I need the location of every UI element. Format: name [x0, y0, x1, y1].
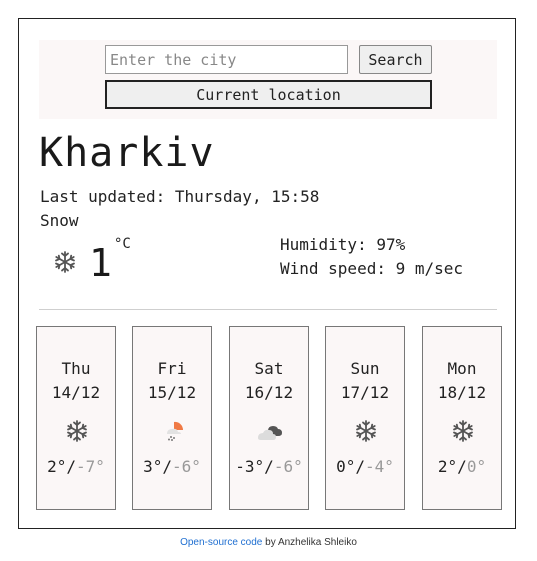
- weather-description: Snow: [40, 211, 79, 230]
- forecast-date: 15/12: [147, 383, 197, 402]
- forecast-max: 2°: [437, 457, 458, 476]
- forecast-day: Mon 18/12 2°/0°: [422, 326, 502, 510]
- city-search-input[interactable]: [105, 45, 348, 74]
- forecast-min: -6°: [172, 457, 201, 476]
- humidity: Humidity: 97%: [280, 235, 405, 255]
- snowflake-icon: [356, 420, 376, 442]
- wind-value: 9 m/sec: [395, 259, 464, 278]
- open-source-link[interactable]: Open-source code: [180, 537, 262, 548]
- forecast-temps: 2°/-7°: [47, 457, 105, 476]
- sun-snow-cloud-icon: [167, 421, 184, 441]
- forecast-min: -6°: [273, 457, 303, 476]
- forecast-max: 3°: [143, 457, 163, 476]
- forecast-temps: 0°/-4°: [336, 457, 394, 476]
- last-updated: Last updated: Thursday, 15:58: [40, 187, 319, 207]
- last-updated-label: Last updated:: [40, 187, 166, 206]
- current-temperature: 1: [89, 241, 112, 285]
- forecast-day-name: Sun: [350, 359, 380, 378]
- current-location-button[interactable]: Current location: [105, 80, 432, 109]
- forecast-temps: 2°/0°: [437, 457, 487, 476]
- forecast-temps: 3°/-6°: [143, 457, 201, 476]
- forecast-date: 17/12: [340, 383, 390, 402]
- forecast-date: 14/12: [51, 383, 101, 402]
- wind-label: Wind speed:: [280, 259, 386, 278]
- forecast-min: -7°: [76, 457, 105, 476]
- forecast-min: 0°: [466, 457, 487, 476]
- forecast-max: 2°: [47, 457, 67, 476]
- snowflake-icon: [453, 420, 473, 442]
- forecast-max: -3°: [235, 457, 265, 476]
- forecast-day: Sat 16/12 -3°/-6°: [229, 326, 309, 510]
- snowflake-icon: [55, 251, 75, 273]
- divider: [39, 309, 497, 310]
- city-name: Kharkiv: [39, 130, 215, 176]
- forecast-day-name: Mon: [447, 359, 477, 378]
- broken-clouds-icon: [258, 426, 282, 440]
- author-credit: by Anzhelika Shleiko: [265, 537, 357, 548]
- humidity-value: 97%: [376, 235, 406, 254]
- forecast-date: 16/12: [244, 383, 294, 402]
- forecast-day: Fri 15/12 3°/-6°: [132, 326, 212, 510]
- last-updated-value: Thursday, 15:58: [174, 187, 320, 206]
- weather-app: Search Current location Kharkiv Last upd…: [18, 18, 516, 529]
- forecast-max: 0°: [336, 457, 356, 476]
- footer-credit: Open-source code by Anzhelika Shleiko: [0, 537, 537, 548]
- forecast-temps: -3°/-6°: [235, 457, 303, 476]
- forecast-min: -4°: [365, 457, 394, 476]
- search-panel: Search Current location: [39, 40, 497, 119]
- humidity-label: Humidity:: [280, 235, 367, 254]
- forecast-day-name: Fri: [157, 359, 187, 378]
- forecast-day-name: Thu: [61, 359, 91, 378]
- wind-speed: Wind speed: 9 m/sec: [280, 259, 463, 279]
- forecast-date: 18/12: [437, 383, 487, 402]
- search-button[interactable]: Search: [359, 45, 432, 74]
- forecast-day: Thu 14/12 2°/-7°: [36, 326, 116, 510]
- forecast-day-name: Sat: [254, 359, 284, 378]
- snowflake-icon: [67, 420, 87, 442]
- temperature-unit: °C: [114, 236, 131, 252]
- forecast-day: Sun 17/12 0°/-4°: [325, 326, 405, 510]
